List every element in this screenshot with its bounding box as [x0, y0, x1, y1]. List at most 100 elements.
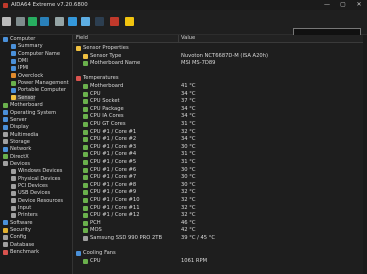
minimize-button[interactable]: — — [319, 0, 335, 10]
tree-item-sensor[interactable]: Sensor — [11, 94, 36, 101]
tree-item-config[interactable]: Config — [3, 234, 26, 240]
table-row[interactable]: MOS 42 °C — [73, 227, 367, 234]
tree-item-overclock[interactable]: Overclock — [11, 73, 43, 79]
value-cell: 32 °C — [181, 189, 196, 196]
section-header[interactable]: Sensor Properties — [73, 45, 367, 52]
favorite-icon[interactable] — [125, 17, 134, 26]
tree-item-directx[interactable]: DirectX — [3, 154, 29, 160]
navigation-tree: Computer Summary Computer Name DMI IPMI Overc… — [0, 35, 73, 274]
refresh-icon[interactable] — [2, 17, 11, 26]
tree-item-pci-devices[interactable]: PCI Devices — [11, 183, 48, 189]
tree-item-database[interactable]: Database — [3, 242, 34, 248]
tree-item-icon — [11, 212, 16, 218]
sensor-icon — [83, 175, 88, 181]
table-row[interactable]: CPU GT Cores 31 °C — [73, 121, 367, 128]
table-row[interactable]: CPU Socket 37 °C — [73, 98, 367, 105]
tree-item-software[interactable]: Software — [3, 220, 32, 226]
table-row[interactable]: CPU #1 / Core #10 32 °C — [73, 197, 367, 204]
memory-icon[interactable] — [40, 17, 49, 26]
user-icon[interactable] — [81, 17, 90, 26]
tree-item-display[interactable]: Display — [3, 124, 29, 130]
network-icon[interactable] — [55, 17, 64, 26]
tree-item-portable-computer[interactable]: Portable Computer — [11, 87, 66, 93]
scrollbar[interactable] — [363, 35, 367, 274]
table-row[interactable]: Sensor Type Nuvoton NCT6687D-M (ISA A20h) — [73, 53, 367, 60]
table-row[interactable]: Motherboard Name MSI MS-7D89 — [73, 60, 367, 67]
table-row[interactable]: Motherboard 41 °C — [73, 83, 367, 90]
devices-icon[interactable] — [68, 17, 77, 26]
tree-item-power-management[interactable]: Power Management — [11, 80, 69, 86]
report-icon[interactable] — [16, 17, 25, 26]
tree-item-device-resources[interactable]: Device Resources — [11, 198, 63, 204]
tree-item-operating-system[interactable]: Operating System — [3, 110, 56, 116]
tree-item-icon — [11, 95, 16, 101]
field-cell: Sensor Type — [90, 52, 122, 59]
table-row[interactable]: CPU 1061 RPM — [73, 258, 367, 265]
sensor-icon — [83, 152, 88, 158]
osd-icon[interactable] — [110, 17, 119, 26]
sensor-table: Field Value Sensor Properties Sensor Type… — [73, 35, 367, 274]
field-column-header[interactable]: Field — [76, 35, 88, 42]
table-row[interactable]: CPU #1 / Core #7 30 °C — [73, 174, 367, 181]
value-cell: 31 °C — [181, 121, 196, 127]
table-row[interactable]: CPU #1 / Core #2 34 °C — [73, 136, 367, 143]
section-header[interactable]: Cooling Fans — [73, 250, 367, 257]
close-button[interactable]: ✕ — [351, 0, 367, 10]
tree-item-server[interactable]: Server — [3, 117, 27, 123]
tree-item-icon — [3, 242, 8, 248]
tree-item-label: IPMI — [18, 65, 29, 72]
maximize-button[interactable]: ▢ — [335, 0, 351, 10]
tree-item-dmi[interactable]: DMI — [11, 58, 28, 64]
field-cell: CPU #1 / Core #11 — [90, 204, 140, 211]
tree-item-benchmark[interactable]: Benchmark — [3, 249, 39, 255]
tree-item-label: Software — [10, 219, 33, 226]
tree-item-usb-devices[interactable]: USB Devices — [11, 190, 50, 196]
tree-item-printers[interactable]: Printers — [11, 212, 38, 218]
tree-item-icon — [3, 154, 8, 160]
table-row[interactable]: PCH 46 °C — [73, 220, 367, 227]
tree-item-network[interactable]: Network — [3, 146, 31, 152]
table-row[interactable]: CPU #1 / Core #8 30 °C — [73, 182, 367, 189]
table-row[interactable]: CPU #1 / Core #4 31 °C — [73, 151, 367, 158]
sensor-icon — [83, 84, 88, 89]
value-cell: 46 °C — [181, 219, 196, 226]
table-row[interactable]: CPU #1 / Core #9 32 °C — [73, 189, 367, 196]
tree-item-security[interactable]: Security — [3, 227, 31, 233]
tree-item-physical-devices[interactable]: Physical Devices — [11, 176, 60, 182]
tree-item-devices[interactable]: Devices — [3, 161, 30, 167]
table-row[interactable]: CPU 34 °C — [73, 91, 367, 98]
table-row[interactable]: CPU #1 / Core #3 30 °C — [73, 144, 367, 151]
tree-item-summary[interactable]: Summary — [11, 43, 43, 49]
table-row[interactable]: CPU IA Cores 34 °C — [73, 113, 367, 120]
tree-item-multimedia[interactable]: Multimedia — [3, 132, 38, 138]
field-cell: CPU #1 / Core #5 — [90, 159, 137, 165]
tree-item-computer[interactable]: Computer — [3, 36, 35, 42]
tree-item-icon — [3, 146, 8, 152]
value-cell: 32 °C — [181, 128, 196, 135]
tree-item-computer-name[interactable]: Computer Name — [11, 51, 60, 57]
table-row[interactable]: CPU Package 34 °C — [73, 106, 367, 113]
window-title: AIDA64 Extreme v7.20.6800 — [11, 2, 88, 8]
table-row[interactable]: CPU #1 / Core #11 32 °C — [73, 205, 367, 212]
table-row[interactable]: CPU #1 / Core #6 30 °C — [73, 167, 367, 174]
motherboard-icon[interactable] — [28, 17, 37, 26]
tools-icon[interactable] — [95, 17, 104, 26]
tree-item-icon — [3, 36, 8, 42]
tree-item-storage[interactable]: Storage — [3, 139, 30, 145]
table-row[interactable]: CPU #1 / Core #5 31 °C — [73, 159, 367, 166]
table-row[interactable]: Samsung SSD 990 PRO 2TB 39 °C / 45 °C — [73, 235, 367, 242]
value-cell: 30 °C — [181, 181, 196, 188]
table-row[interactable]: CPU #1 / Core #1 32 °C — [73, 129, 367, 136]
sensor-icon — [83, 144, 88, 150]
tree-item-motherboard[interactable]: Motherboard — [3, 102, 43, 108]
tree-item-icon — [11, 176, 16, 182]
tree-item-input[interactable]: Input — [11, 205, 31, 211]
field-cell: CPU #1 / Core #1 — [90, 128, 137, 135]
table-row[interactable]: CPU #1 / Core #12 32 °C — [73, 212, 367, 219]
tree-item-label: Sensor — [18, 94, 36, 101]
section-header[interactable]: Temperatures — [73, 75, 367, 82]
tree-item-label: Motherboard — [10, 102, 43, 109]
tree-item-ipmi[interactable]: IPMI — [11, 65, 28, 71]
tree-item-windows-devices[interactable]: Windows Devices — [11, 168, 62, 174]
value-column-header[interactable]: Value — [181, 35, 195, 42]
